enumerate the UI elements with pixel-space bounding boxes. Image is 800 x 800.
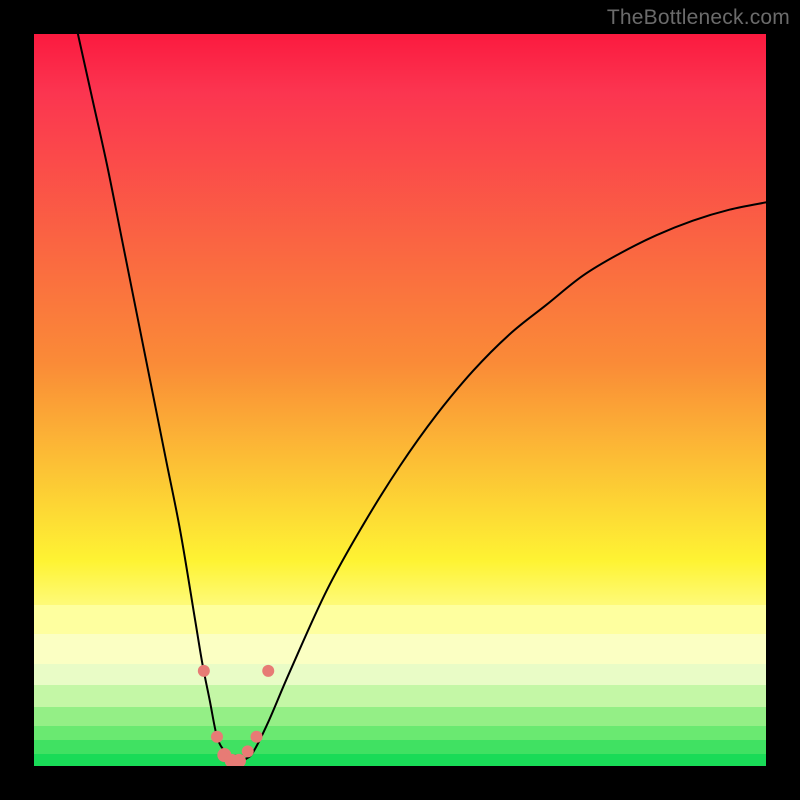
curve-marker	[242, 745, 254, 757]
curve-markers	[198, 665, 274, 766]
curve-marker	[251, 731, 263, 743]
chart-stage: TheBottleneck.com	[0, 0, 800, 800]
curve-layer	[34, 34, 766, 766]
curve-marker	[211, 731, 223, 743]
bottleneck-curve	[78, 34, 766, 763]
curve-marker	[262, 665, 274, 677]
curve-marker	[198, 665, 210, 677]
attribution-text: TheBottleneck.com	[607, 6, 790, 30]
plot-area	[34, 34, 766, 766]
